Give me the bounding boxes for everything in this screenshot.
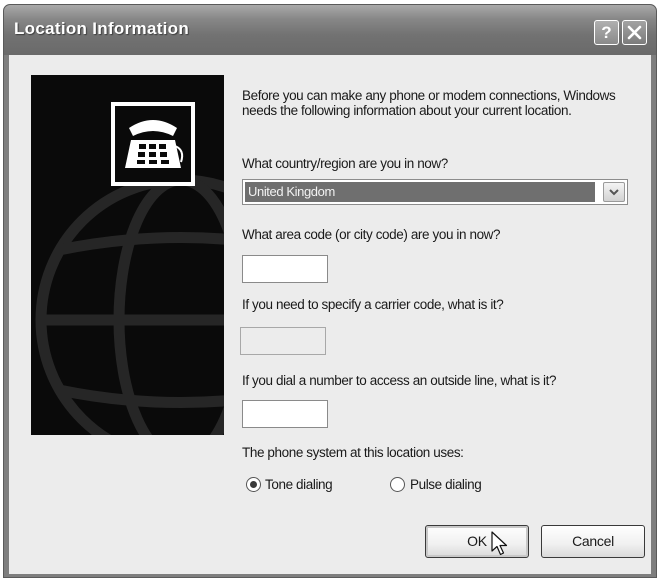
area-code-label: What area code (or city code) are you in… xyxy=(242,227,501,242)
pulse-dialing-label[interactable]: Pulse dialing xyxy=(410,477,482,492)
country-label: What country/region are you in now? xyxy=(242,156,448,171)
chevron-down-icon xyxy=(609,189,619,196)
tone-dialing-label[interactable]: Tone dialing xyxy=(265,477,333,492)
carrier-code-label: If you need to specify a carrier code, w… xyxy=(242,297,504,312)
outside-line-label: If you dial a number to access an outsid… xyxy=(242,373,557,388)
telephone-icon-frame xyxy=(111,102,195,186)
outside-line-input[interactable] xyxy=(242,400,328,428)
area-code-input[interactable] xyxy=(242,255,328,283)
intro-text: Before you can make any phone or modem c… xyxy=(242,88,616,118)
phone-system-label: The phone system at this location uses: xyxy=(242,445,464,460)
dialog-body: Before you can make any phone or modem c… xyxy=(9,55,651,574)
pulse-dialing-radio[interactable] xyxy=(390,477,405,492)
tone-dialing-radio[interactable] xyxy=(246,477,261,492)
country-select-value: United Kingdom xyxy=(245,182,595,202)
close-icon xyxy=(627,25,642,40)
cancel-button[interactable]: Cancel xyxy=(541,525,645,558)
dropdown-button[interactable] xyxy=(603,182,625,202)
carrier-code-input[interactable] xyxy=(240,327,326,355)
side-art-panel xyxy=(31,75,224,435)
window-title: Location Information xyxy=(14,19,190,38)
title-bar[interactable]: Location Information ? xyxy=(4,5,656,55)
mouse-pointer-icon xyxy=(491,531,508,556)
location-information-dialog: Location Information ? Before you can ma… xyxy=(3,4,657,578)
telephone-icon xyxy=(125,120,184,168)
ok-button[interactable]: OK xyxy=(425,525,529,558)
country-select[interactable]: United Kingdom xyxy=(242,179,628,205)
help-button[interactable]: ? xyxy=(594,20,619,45)
radio-selected-dot xyxy=(250,481,257,488)
close-button[interactable] xyxy=(622,20,647,45)
